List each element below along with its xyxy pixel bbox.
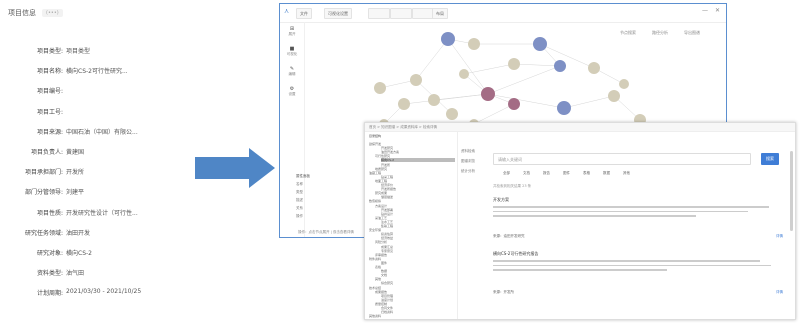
info-row: 部门分管领导: 刘建平 — [0, 187, 275, 201]
info-row: 研究对象: 横向CS-2 — [0, 248, 275, 262]
search-button[interactable]: 搜索 — [761, 153, 779, 165]
toolbar-file-button[interactable]: 文件 — [296, 8, 312, 19]
info-row: 项目来源: 中国石油（中国）有限公... — [0, 127, 275, 141]
app-logo-icon: ⋏ — [284, 7, 290, 15]
nav-item[interactable]: 图谱浏览 — [461, 159, 491, 169]
info-label: 项目编号: — [36, 88, 63, 96]
info-label: 资料类型: — [36, 270, 63, 278]
filter-tab[interactable]: 报告 — [543, 171, 550, 176]
result-title[interactable]: 横向CS-2可行性研究报告 — [493, 251, 783, 257]
filter-tab[interactable]: 数据 — [603, 171, 610, 176]
scrollbar[interactable] — [790, 151, 793, 231]
filter-tab[interactable]: 表格 — [583, 171, 590, 176]
side-item-settings[interactable]: ⚙ 设置 — [286, 86, 298, 97]
graph-toolbar: ⋏ 文件 可视化设置 布局 — ✕ — [280, 4, 726, 23]
search-result[interactable]: 开发方案 来源：油田开发研究 详情 — [493, 197, 783, 239]
info-label: 项目负责人: — [30, 149, 63, 156]
info-value: 开发研究性设计（可行性... — [66, 209, 138, 217]
info-label: 项目承担部门: — [24, 169, 63, 177]
info-label: 部门分管领导: — [24, 189, 63, 197]
info-label: 项目工号: — [36, 108, 63, 116]
property-row[interactable]: 关系 — [296, 206, 344, 214]
detail-window: 首页 > 知识图谱 > 成果资料库 > 检索详情 目录结构 勘探开发 开发研究 油田… — [364, 122, 796, 320]
detail-nav: 资料检索 图谱浏览 统计分析 — [461, 149, 491, 179]
side-item-edit[interactable]: ✎ 编辑 — [286, 66, 298, 77]
filter-tab[interactable]: 图件 — [563, 171, 570, 176]
side-item-visual[interactable]: ■ 可视化 — [286, 46, 298, 57]
info-label: 项目来源: — [36, 128, 63, 136]
info-value: 油气田 — [66, 270, 85, 278]
export-graph-link[interactable]: 导出图谱 — [684, 30, 700, 36]
info-value: 黄建国 — [66, 149, 85, 156]
info-row: 项目性质: 开发研究性设计（可行性... — [0, 208, 275, 222]
info-row: 计划周期: 2021/03/30 - 2021/10/25 — [0, 288, 275, 302]
property-row[interactable]: 描述 — [296, 198, 344, 206]
info-row: 项目编号: — [0, 86, 275, 100]
breadcrumb: 首页 > 知识图谱 > 成果资料库 > 检索详情 — [365, 123, 795, 132]
info-row: 研究任务领域: 油田开发 — [0, 228, 275, 242]
info-row: 项目工号: — [0, 107, 275, 121]
filter-tab[interactable]: 文档 — [523, 171, 530, 176]
result-detail-link[interactable]: 详情 — [776, 290, 783, 295]
toolbar-blank-button-3[interactable] — [412, 8, 434, 19]
side-item-expand[interactable]: ⊞ 展开 — [286, 26, 298, 37]
result-title[interactable]: 开发方案 — [493, 197, 783, 203]
minimize-icon[interactable]: — — [702, 7, 708, 14]
result-source: 来源：开发所 — [493, 290, 514, 294]
result-count: 共检索到相关结果 23 条 — [493, 184, 532, 188]
toolbar-blank-button-1[interactable] — [368, 8, 390, 19]
knowledge-graph[interactable] — [364, 24, 664, 134]
search-input[interactable]: 请输入关键词 — [493, 153, 751, 165]
search-result[interactable]: 横向CS-2可行性研究报告 来源：开发所 详情 — [493, 251, 783, 295]
graph-status-hint: 操作：点击节点展开 | 双击查看详情 — [298, 230, 354, 234]
directory-tree: 目录结构 勘探开发 开发研究 油田开发方案 可行性研究 横向CS-2 开发所 地质研究 油藏工… — [365, 132, 458, 319]
property-row[interactable]: 名称 — [296, 182, 344, 190]
panel-header: 项目信息 (•••) — [8, 8, 63, 18]
property-row[interactable]: 操作 — [296, 214, 344, 222]
panel-title: 项目信息 — [8, 9, 36, 17]
info-value: 油田开发 — [66, 229, 91, 237]
info-row: 资料类型: 油气田 — [0, 268, 275, 282]
tree-title: 目录结构 — [369, 134, 382, 138]
property-panel-title: 属性面板 — [296, 174, 310, 178]
info-value: 横向CS-2 — [66, 250, 92, 257]
nav-item[interactable]: 统计分析 — [461, 169, 491, 179]
filter-tabs: 全部 文档 报告 图件 表格 数据 其他 — [503, 171, 630, 176]
result-source: 来源：油田开发研究 — [493, 234, 525, 238]
toolbar-visual-button[interactable]: 可视化设置 — [324, 8, 352, 19]
info-label: 研究任务领域: — [24, 229, 63, 237]
tree-item[interactable]: 其他资料 — [369, 314, 455, 318]
property-panel: 属性面板 名称 类型 描述 关系 操作 — [296, 174, 344, 236]
info-label: 项目性质: — [36, 209, 63, 217]
info-value: 项目类型 — [66, 48, 91, 55]
toolbar-layout-button[interactable]: 布局 — [432, 8, 448, 19]
property-row[interactable]: 类型 — [296, 190, 344, 198]
info-value: 中国石油（中国）有限公... — [66, 128, 138, 136]
filter-tab[interactable]: 其他 — [623, 171, 630, 176]
info-value: 刘建平 — [66, 189, 85, 197]
info-value: 开发所 — [66, 169, 85, 177]
flow-arrow-icon — [195, 148, 275, 188]
close-icon[interactable]: ✕ — [715, 7, 720, 14]
panel-tag: (•••) — [42, 9, 63, 17]
info-label: 研究对象: — [36, 250, 63, 257]
info-label: 项目类型: — [36, 48, 63, 55]
info-label: 计划周期: — [36, 290, 63, 298]
info-value: 2021/03/30 - 2021/10/25 — [66, 288, 142, 296]
info-row: 项目类型: 项目类型 — [0, 46, 275, 60]
info-label: 项目名称: — [36, 68, 63, 76]
info-value: 横向CS-2可行性研究... — [66, 68, 128, 76]
result-detail-link[interactable]: 详情 — [776, 234, 783, 239]
info-row: 项目名称: 横向CS-2可行性研究... — [0, 66, 275, 80]
toolbar-blank-button-2[interactable] — [390, 8, 412, 19]
nav-item[interactable]: 资料检索 — [461, 149, 491, 159]
filter-tab[interactable]: 全部 — [503, 171, 510, 176]
detail-main: 请输入关键词 搜索 全部 文档 报告 图件 表格 数据 其他 共检索到相关结果 … — [493, 147, 789, 319]
